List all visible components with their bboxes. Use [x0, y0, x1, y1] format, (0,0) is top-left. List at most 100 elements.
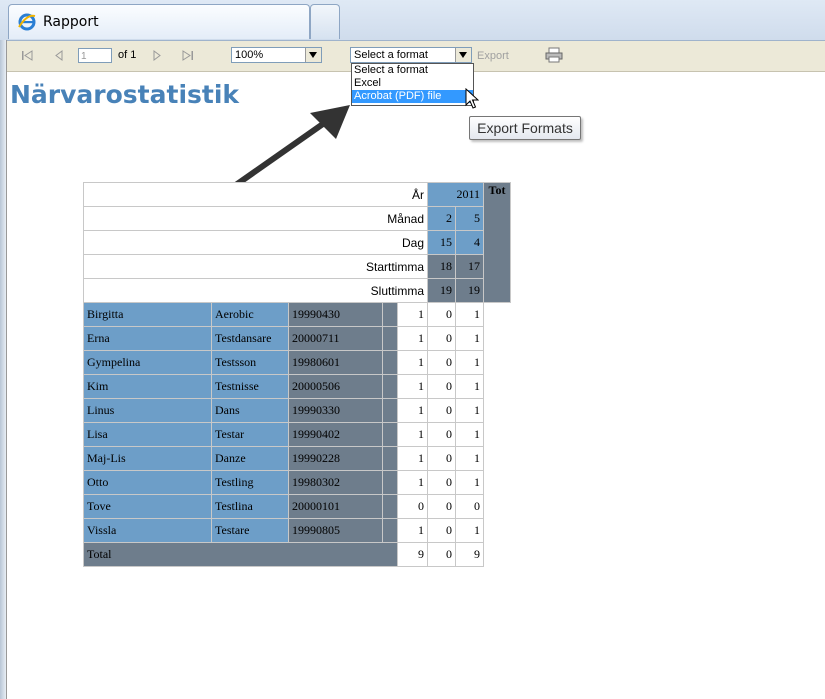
value-cell-1: 1	[397, 302, 428, 327]
value-cell-total: 1	[455, 446, 484, 471]
total-value-1: 9	[397, 542, 428, 567]
member-id: 20000711	[288, 326, 383, 351]
value-cell-2: 0	[427, 326, 456, 351]
export-format-value: Select a format	[354, 49, 428, 61]
day-value-1: 15	[427, 230, 456, 255]
empty-cell	[382, 518, 398, 543]
previous-page-icon[interactable]	[54, 50, 64, 61]
start-hour-value-2: 17	[455, 254, 484, 279]
member-name: Kim	[83, 374, 212, 399]
first-page-icon[interactable]	[21, 50, 33, 61]
table-row: Otto Testling 19980302 1 0 1	[83, 470, 511, 495]
total-value-grand: 9	[455, 542, 484, 567]
table-row: Linus Dans 19990330 1 0 1	[83, 398, 511, 423]
header-month-label: Månad	[83, 206, 428, 231]
format-option-select[interactable]: Select a format	[352, 64, 473, 77]
member-id: 19980601	[288, 350, 383, 375]
table-row: Vissla Testare 19990805 1 0 1	[83, 518, 511, 543]
empty-cell	[382, 302, 398, 327]
member-id: 19990402	[288, 422, 383, 447]
value-cell-2: 0	[427, 374, 456, 399]
empty-cell	[382, 494, 398, 519]
value-cell-total: 0	[455, 494, 484, 519]
value-cell-total: 1	[455, 374, 484, 399]
format-option-pdf[interactable]: Acrobat (PDF) file	[352, 90, 473, 103]
value-cell-1: 1	[397, 422, 428, 447]
browser-tab[interactable]: Rapport	[8, 4, 310, 39]
value-cell-2: 0	[427, 350, 456, 375]
member-id: 19990805	[288, 518, 383, 543]
value-cell-1: 1	[397, 470, 428, 495]
member-name: Linus	[83, 398, 212, 423]
value-cell-1: 1	[397, 350, 428, 375]
table-row: Tove Testlina 20000101 0 0 0	[83, 494, 511, 519]
table-row: Gympelina Testsson 19980601 1 0 1	[83, 350, 511, 375]
value-cell-2: 0	[427, 518, 456, 543]
window-left-border	[0, 40, 7, 699]
chevron-down-icon[interactable]	[455, 48, 471, 62]
day-value-2: 4	[455, 230, 484, 255]
value-cell-total: 1	[455, 350, 484, 375]
page-count-label: of 1	[118, 49, 137, 61]
header-year-label: År	[83, 182, 428, 207]
value-cell-1: 1	[397, 518, 428, 543]
table-row: Maj-Lis Danze 19990228 1 0 1	[83, 446, 511, 471]
total-column-header: Tot	[483, 182, 511, 303]
value-cell-2: 0	[427, 398, 456, 423]
member-id: 19980302	[288, 470, 383, 495]
format-option-excel[interactable]: Excel	[352, 77, 473, 90]
export-link[interactable]: Export	[477, 50, 509, 62]
member-name: Erna	[83, 326, 212, 351]
member-class: Aerobic	[211, 302, 289, 327]
header-start-hour-label: Starttimma	[83, 254, 428, 279]
end-hour-value-1: 19	[427, 278, 456, 303]
total-value-2: 0	[427, 542, 456, 567]
member-class: Testare	[211, 518, 289, 543]
empty-cell	[382, 398, 398, 423]
tab-title: Rapport	[43, 14, 99, 30]
value-cell-2: 0	[427, 446, 456, 471]
export-format-select[interactable]: Select a format	[350, 47, 472, 63]
new-tab-button[interactable]	[310, 4, 340, 39]
table-row: Lisa Testar 19990402 1 0 1	[83, 422, 511, 447]
zoom-select[interactable]: 100%	[231, 47, 322, 63]
print-icon[interactable]	[545, 47, 563, 63]
empty-cell	[382, 326, 398, 351]
value-cell-total: 1	[455, 518, 484, 543]
attendance-report-table: År 2011 Tot Månad 2 5 Dag 15 4 Starttimm…	[83, 182, 511, 567]
member-id: 19990430	[288, 302, 383, 327]
member-id: 20000506	[288, 374, 383, 399]
value-cell-1: 0	[397, 494, 428, 519]
export-formats-tooltip: Export Formats	[469, 116, 581, 140]
member-id: 20000101	[288, 494, 383, 519]
month-value-1: 2	[427, 206, 456, 231]
member-name: Vissla	[83, 518, 212, 543]
member-class: Testnisse	[211, 374, 289, 399]
chevron-down-icon[interactable]	[305, 48, 321, 62]
value-cell-1: 1	[397, 374, 428, 399]
member-name: Birgitta	[83, 302, 212, 327]
browser-tab-strip: Rapport	[0, 0, 825, 41]
member-name: Otto	[83, 470, 212, 495]
next-page-icon[interactable]	[152, 50, 162, 61]
member-id: 19990228	[288, 446, 383, 471]
end-hour-value-2: 19	[455, 278, 484, 303]
member-name: Lisa	[83, 422, 212, 447]
value-cell-total: 1	[455, 398, 484, 423]
member-name: Tove	[83, 494, 212, 519]
table-row: Birgitta Aerobic 19990430 1 0 1	[83, 302, 511, 327]
member-name: Maj-Lis	[83, 446, 212, 471]
value-cell-2: 0	[427, 470, 456, 495]
value-cell-1: 1	[397, 398, 428, 423]
ie-logo-icon	[18, 13, 36, 31]
page-number-input[interactable]: 1	[78, 48, 112, 63]
total-row: Total 9 0 9	[83, 542, 511, 567]
value-cell-total: 1	[455, 302, 484, 327]
total-label: Total	[83, 542, 398, 567]
value-cell-total: 1	[455, 326, 484, 351]
empty-cell	[382, 350, 398, 375]
empty-cell	[382, 422, 398, 447]
last-page-icon[interactable]	[182, 50, 194, 61]
value-cell-2: 0	[427, 422, 456, 447]
zoom-value: 100%	[235, 49, 264, 61]
